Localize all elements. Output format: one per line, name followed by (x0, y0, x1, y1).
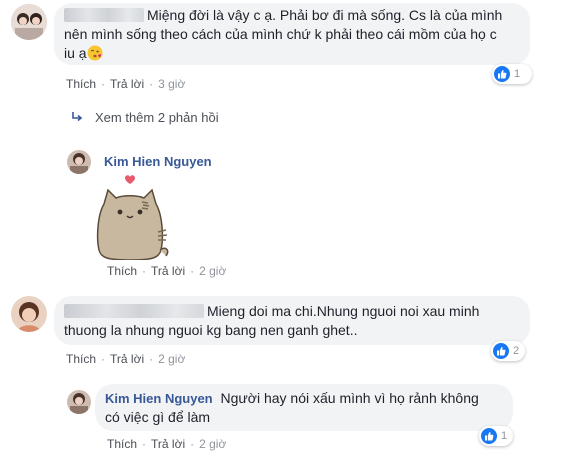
separator: · (149, 77, 154, 91)
timestamp[interactable]: 2 giờ (158, 352, 185, 366)
timestamp[interactable]: 2 giờ (199, 264, 226, 278)
kissing-face-icon (87, 45, 103, 66)
comment-bubble: Mieng doi ma chi.Nhung nguoi noi xau min… (54, 296, 530, 345)
reply-link[interactable]: Trả lời (151, 437, 185, 451)
view-more-label: Xem thêm 2 phản hồi (95, 110, 219, 125)
separator: · (142, 437, 147, 451)
like-icon (481, 428, 497, 444)
reply-text: có việc gì để làm (105, 409, 211, 425)
timestamp[interactable]: 3 giờ (158, 77, 185, 91)
reaction-badge[interactable]: 1 (479, 426, 513, 446)
comment-text: Mieng doi ma chi.Nhung nguoi noi xau min… (207, 303, 480, 319)
reaction-count: 1 (501, 430, 508, 442)
reply-avatar[interactable] (67, 150, 91, 174)
comment-line: iu ạ (64, 44, 518, 66)
comment-line: Miệng đời là vậy c ạ. Phải bơ đi mà sống… (64, 6, 518, 25)
avatar-image (67, 150, 91, 174)
reaction-badge[interactable]: 2 (491, 341, 525, 361)
separator: · (190, 264, 195, 278)
separator: · (190, 437, 195, 451)
like-link[interactable]: Thích (107, 264, 137, 278)
like-link[interactable]: Thích (66, 352, 96, 366)
separator: · (101, 77, 106, 91)
separator: · (101, 352, 106, 366)
reply-arrow-icon (71, 111, 89, 126)
reaction-count: 1 (514, 68, 521, 80)
like-link[interactable]: Thích (107, 437, 137, 451)
reply-actions: Thích · Trả lời · 2 giờ (107, 437, 226, 451)
pusheen-cat-heart-sticker (96, 174, 172, 261)
avatar-image (11, 296, 47, 332)
separator: · (142, 264, 147, 278)
reaction-count: 2 (513, 345, 520, 357)
like-link[interactable]: Thích (66, 77, 96, 91)
reaction-badge[interactable]: 1 (492, 64, 532, 84)
timestamp[interactable]: 2 giờ (199, 437, 226, 451)
blurred-commenter-name (64, 8, 144, 22)
like-icon (494, 66, 510, 82)
comment-text: iu ạ (64, 45, 87, 61)
comment-text: thuong la nhung nguoi kg bang nen ganh g… (64, 322, 358, 338)
reply-author-name[interactable]: Kim Hien Nguyen (105, 391, 213, 406)
comment-actions: Thích · Trả lời · 3 giờ (66, 77, 185, 91)
reply-avatar[interactable] (67, 390, 91, 414)
blurred-commenter-name (64, 304, 204, 318)
comment-text: nên mình sống theo cách của mình chứ k p… (64, 26, 497, 42)
comment-text: Miệng đời là vậy c ạ. Phải bơ đi mà sống… (147, 7, 503, 23)
avatar-image (11, 4, 47, 40)
reply-text: Người hay nói xấu mình vì họ rảnh không (220, 390, 479, 406)
avatar-image (67, 390, 91, 414)
separator: · (149, 352, 154, 366)
reply-link[interactable]: Trả lời (110, 352, 144, 366)
like-icon (493, 343, 509, 359)
commenter-avatar[interactable] (11, 296, 47, 332)
comment-bubble: Miệng đời là vậy c ạ. Phải bơ đi mà sống… (54, 3, 530, 65)
reply-link[interactable]: Trả lời (151, 264, 185, 278)
reply-actions: Thích · Trả lời · 2 giờ (107, 264, 226, 278)
reply-bubble: Kim Hien Nguyen Người hay nói xấu mình v… (95, 384, 513, 431)
commenter-avatar[interactable] (11, 4, 47, 40)
comment-line: Mieng doi ma chi.Nhung nguoi noi xau min… (64, 302, 518, 321)
reply-author-name[interactable]: Kim Hien Nguyen (104, 154, 212, 169)
comment-actions: Thích · Trả lời · 2 giờ (66, 352, 185, 366)
reply-line: Kim Hien Nguyen Người hay nói xấu mình v… (105, 389, 501, 408)
reply-link[interactable]: Trả lời (110, 77, 144, 91)
view-more-replies[interactable]: Xem thêm 2 phản hồi (71, 110, 219, 126)
